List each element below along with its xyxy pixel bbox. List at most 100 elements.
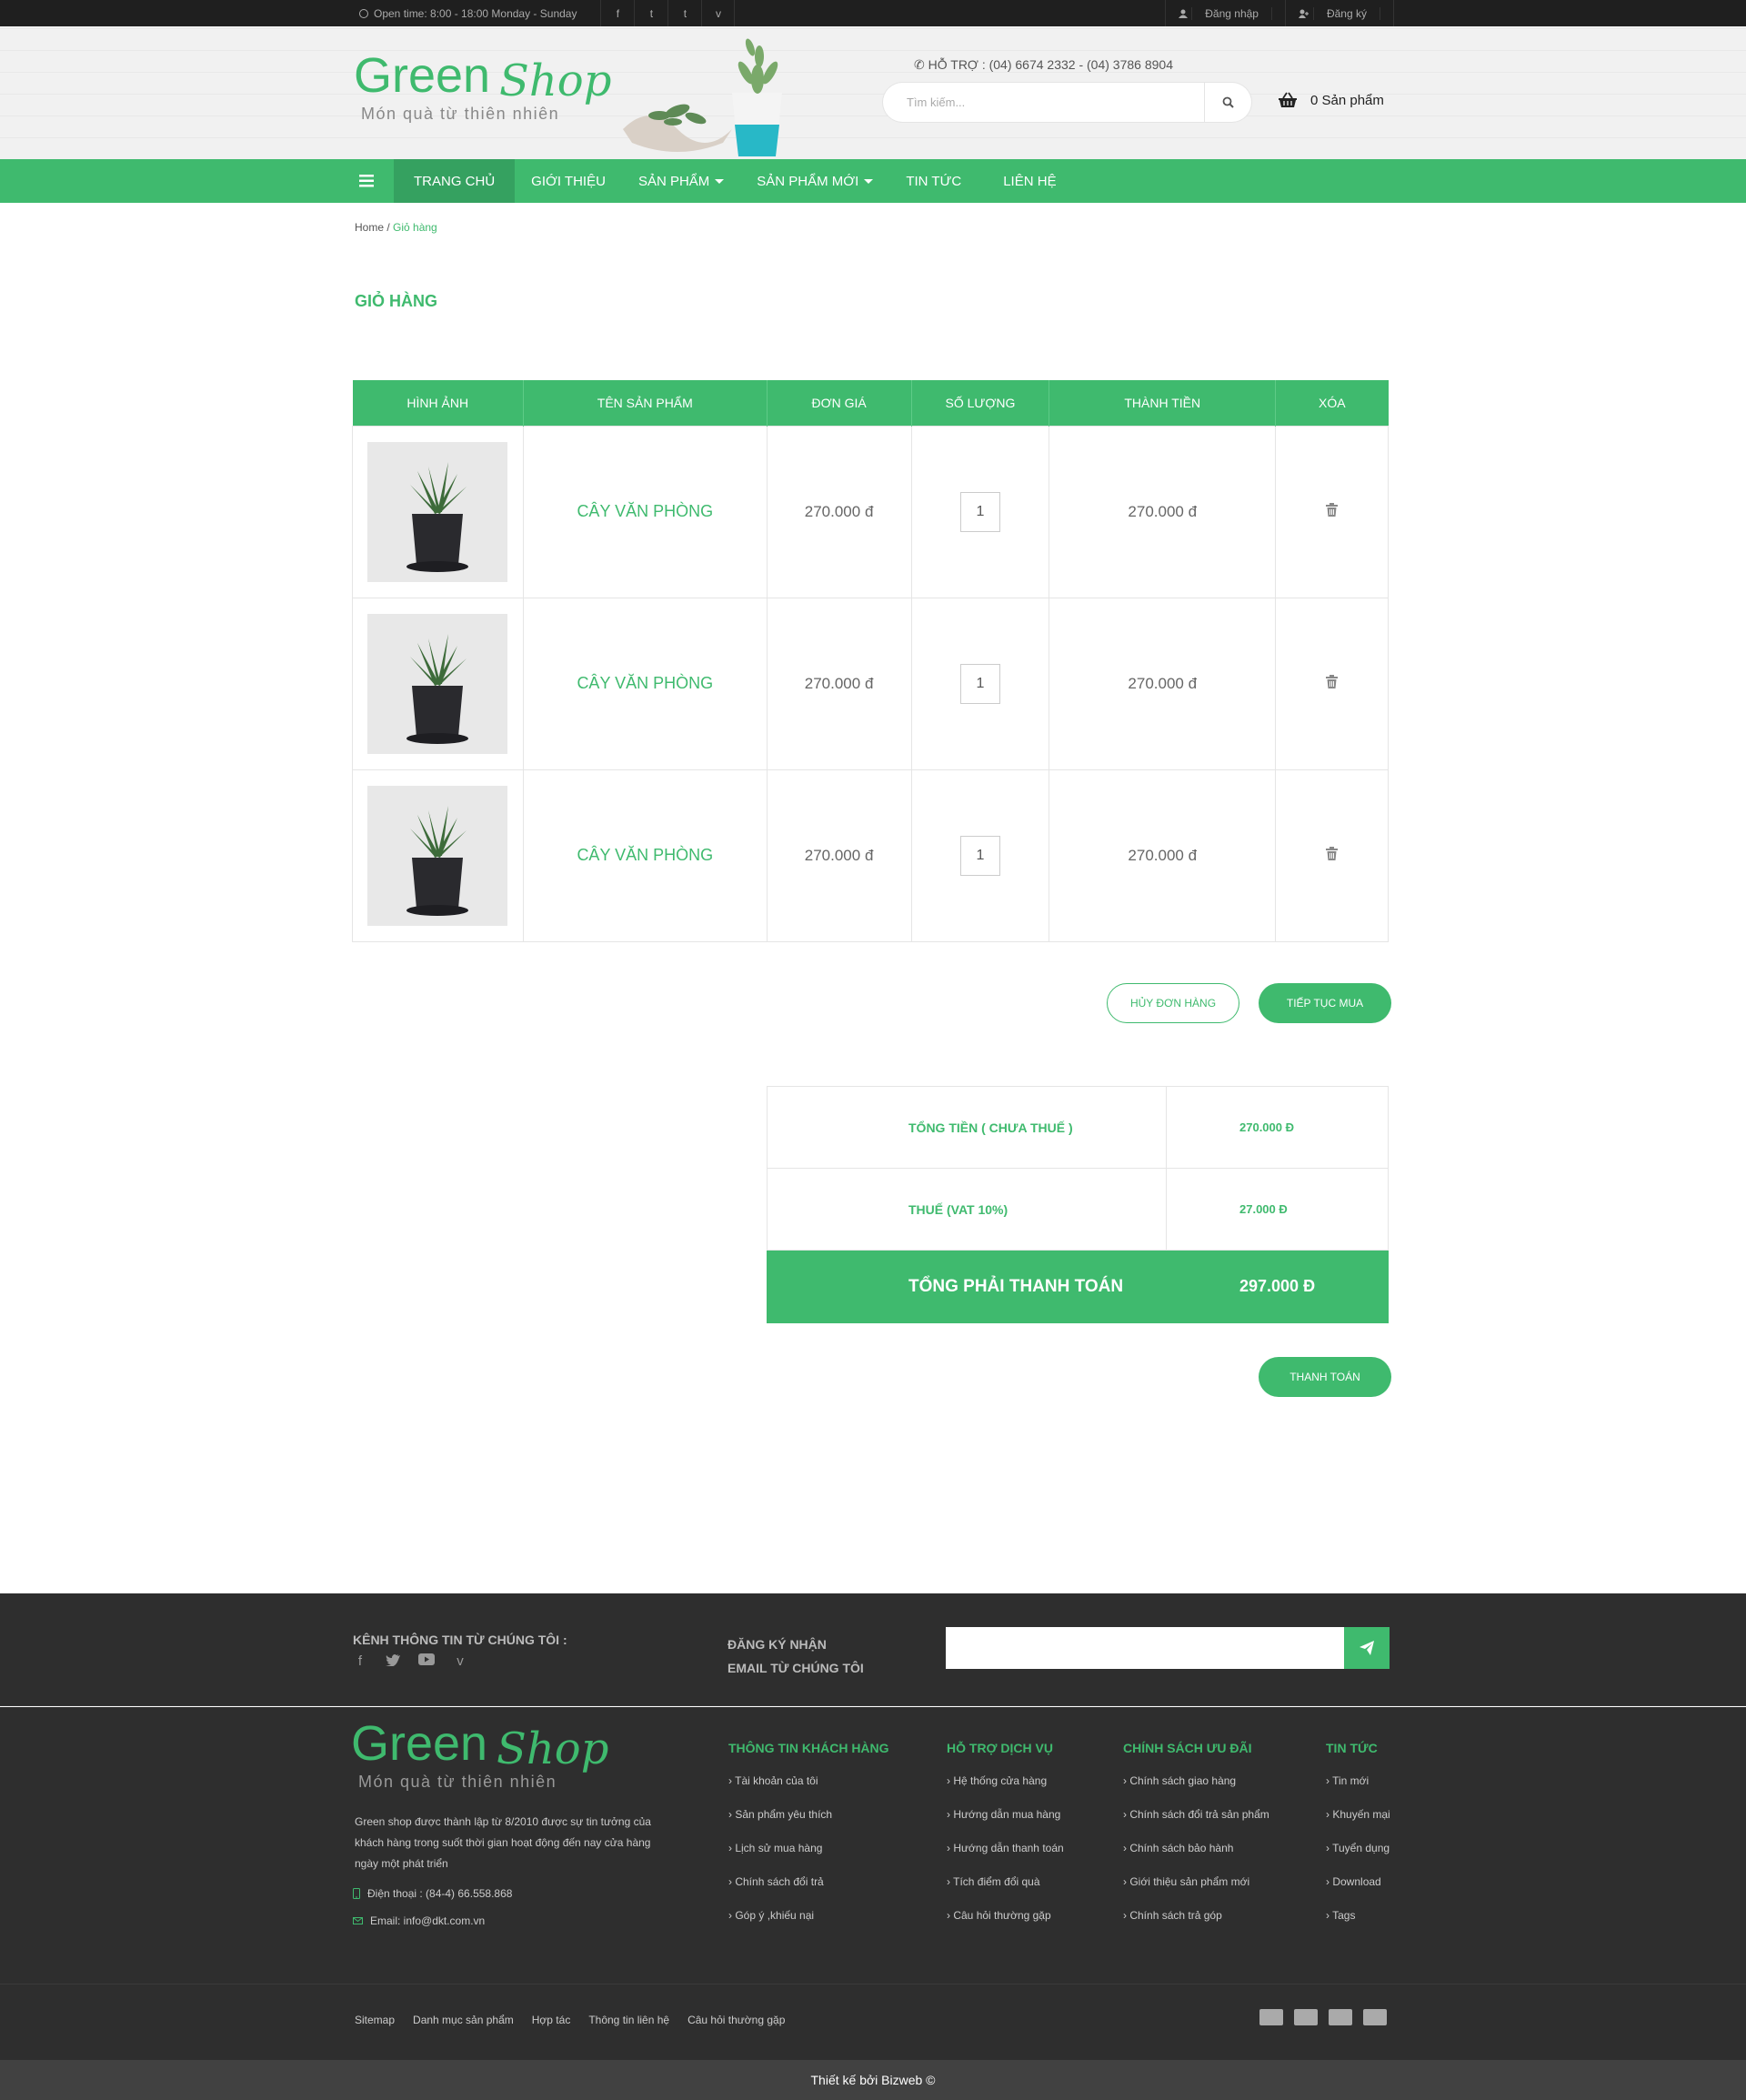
header-cart[interactable]: 0 Sản phẩm xyxy=(1278,92,1384,108)
footer-main: Green Shop Món quà từ thiên nhiên Green … xyxy=(0,1707,1746,1984)
footer-col-customer: THÔNG TIN KHÁCH HÀNG › Tài khoản của tôi… xyxy=(728,1741,889,1943)
footer-social-links: f v xyxy=(353,1653,467,1669)
footer-link[interactable]: › Tích điểm đổi quà xyxy=(947,1875,1064,1909)
youtube-icon[interactable] xyxy=(418,1653,435,1665)
nav-label: TRANG CHỦ xyxy=(414,173,496,189)
trash-icon[interactable] xyxy=(1326,674,1339,688)
user-icon xyxy=(1179,9,1189,18)
tumblr-icon[interactable]: t xyxy=(667,0,701,26)
mobile-icon xyxy=(353,1888,360,1899)
product-name[interactable]: CÂY VĂN PHÒNG xyxy=(522,425,768,598)
categories-link[interactable]: Danh mục sản phẩm xyxy=(413,2014,514,2026)
footer-col-title: HỖ TRỢ DỊCH VỤ xyxy=(947,1741,1053,1755)
footer-link[interactable]: › Hướng dẫn thanh toán xyxy=(947,1842,1064,1875)
footer-link[interactable]: › Giới thiệu sản phẩm mới xyxy=(1123,1875,1269,1909)
product-name[interactable]: CÂY VĂN PHÒNG xyxy=(522,597,768,770)
table-row: CÂY VĂN PHÒNG 270.000 đ 1 270.000 đ xyxy=(352,425,1389,598)
cancel-order-button[interactable]: HỦY ĐƠN HÀNG xyxy=(1107,983,1239,1023)
partnership-link[interactable]: Hợp tác xyxy=(532,2014,571,2026)
trash-icon[interactable] xyxy=(1326,502,1339,517)
footer-link[interactable]: › Chính sách giao hàng xyxy=(1123,1774,1269,1808)
footer-link[interactable]: › Tags xyxy=(1326,1909,1390,1943)
col-qty: SỐ LƯỢNG xyxy=(910,380,1049,426)
contact-info-link[interactable]: Thông tin liên hệ xyxy=(588,2014,669,2026)
footer-bottom: Sitemap Danh mục sản phẩm Hợp tác Thông … xyxy=(0,1984,1746,2060)
footer-newsletter: KÊNH THÔNG TIN TỪ CHÚNG TÔI : f v ĐĂNG K… xyxy=(0,1593,1746,1706)
footer-bottom-links: Sitemap Danh mục sản phẩm Hợp tác Thông … xyxy=(355,2014,785,2026)
sitemap-link[interactable]: Sitemap xyxy=(355,2014,395,2026)
footer-link[interactable]: › Câu hỏi thường gặp xyxy=(947,1909,1064,1943)
quantity-field[interactable]: 1 xyxy=(959,835,1000,876)
facebook-icon[interactable]: f xyxy=(600,0,634,26)
search-icon xyxy=(1222,96,1234,108)
footer-link[interactable]: › Khuyến mại xyxy=(1326,1808,1390,1842)
facebook-icon[interactable]: f xyxy=(353,1653,367,1669)
nav-item-products[interactable]: SẢN PHẨM xyxy=(622,159,740,203)
footer-link[interactable]: › Download xyxy=(1326,1875,1390,1909)
table-row: CÂY VĂN PHÒNG 270.000 đ 1 270.000 đ xyxy=(352,597,1389,770)
footer-col-support: HỖ TRỢ DỊCH VỤ › Hệ thống cửa hàng › Hướ… xyxy=(947,1741,1064,1943)
footer-logo[interactable]: Green Shop Món quà từ thiên nhiên xyxy=(351,1716,624,1798)
checkout-button[interactable]: THANH TOÁN xyxy=(1259,1357,1391,1397)
unit-price: 270.000 đ xyxy=(766,425,912,598)
nav-item-new-products[interactable]: SẢN PHẨM MỚI xyxy=(740,159,889,203)
twitter-icon[interactable]: t xyxy=(634,0,667,26)
product-thumbnail[interactable] xyxy=(367,613,508,754)
footer-email-text: Email: info@dkt.com.vn xyxy=(370,1914,486,1927)
vimeo-icon[interactable]: v xyxy=(701,0,736,26)
quantity-field[interactable]: 1 xyxy=(959,663,1000,704)
footer-link[interactable]: › Chính sách trả góp xyxy=(1123,1909,1269,1943)
footer-link[interactable]: › Lịch sử mua hàng xyxy=(728,1842,889,1875)
footer-link[interactable]: › Chính sách đổi trả sản phẩm xyxy=(1123,1808,1269,1842)
footer-link[interactable]: › Chính sách đổi trả xyxy=(728,1875,889,1909)
tax-row: THUẾ (VAT 10%) 27.000 đ xyxy=(767,1168,1389,1251)
envelope-icon xyxy=(353,1917,363,1924)
twitter-icon[interactable] xyxy=(386,1653,400,1666)
register-link[interactable]: Đăng ký xyxy=(1284,0,1394,26)
potted-plant-image xyxy=(406,461,469,572)
col-image: HÌNH ẢNH xyxy=(352,380,524,426)
menu-toggle[interactable] xyxy=(339,159,394,203)
footer-link[interactable]: › Góp ý ,khiếu nại xyxy=(728,1909,889,1943)
search-box xyxy=(883,83,1251,122)
footer-link[interactable]: › Chính sách bảo hành xyxy=(1123,1842,1269,1875)
product-name[interactable]: CÂY VĂN PHÒNG xyxy=(522,769,768,942)
green-shop-logo[interactable]: Green Shop Món quà từ thiên nhiên xyxy=(354,48,627,130)
footer-link[interactable]: › Hệ thống cửa hàng xyxy=(947,1774,1064,1808)
col-name: TÊN SẢN PHẨM xyxy=(522,380,768,426)
trash-icon[interactable] xyxy=(1326,846,1339,860)
hamburger-icon xyxy=(359,175,374,187)
opening-hours: Open time: 8:00 - 18:00 Monday - Sunday xyxy=(352,7,577,20)
nav-item-contact[interactable]: LIÊN HỆ xyxy=(978,159,1081,203)
support-phones: (04) 6674 2332 - (04) 3786 8904 xyxy=(988,57,1173,72)
breadcrumb: Home / Giỏ hàng xyxy=(355,221,437,234)
footer-link[interactable]: › Hướng dẫn mua hàng xyxy=(947,1808,1064,1842)
login-link[interactable]: Đăng nhập xyxy=(1165,0,1285,26)
vimeo-icon[interactable]: v xyxy=(453,1653,467,1669)
newsletter-email-input[interactable] xyxy=(946,1627,1344,1669)
tax-value: 27.000 đ xyxy=(1166,1168,1389,1251)
nav-item-news[interactable]: TIN TỨC xyxy=(889,159,978,203)
support-label: HỖ TRỢ : xyxy=(928,57,986,72)
potted-plant-image xyxy=(406,805,469,916)
nav-item-about[interactable]: GIỚI THIỆU xyxy=(515,159,622,203)
newsletter-submit-button[interactable] xyxy=(1344,1627,1390,1669)
continue-shopping-button[interactable]: TIẾP TỤC MUA xyxy=(1259,983,1391,1023)
quantity-field[interactable]: 1 xyxy=(959,491,1000,532)
footer-link[interactable]: › Tin mới xyxy=(1326,1774,1390,1808)
line-total: 270.000 đ xyxy=(1049,597,1277,770)
product-thumbnail[interactable] xyxy=(367,785,508,926)
footer-link[interactable]: › Tài khoản của tôi xyxy=(728,1774,889,1808)
line-total: 270.000 đ xyxy=(1049,425,1277,598)
nav-item-home[interactable]: TRANG CHỦ xyxy=(394,159,516,203)
breadcrumb-home[interactable]: Home xyxy=(355,221,384,234)
faq-link[interactable]: Câu hỏi thường gặp xyxy=(687,2014,785,2026)
col-delete: XÓA xyxy=(1275,380,1389,426)
search-input[interactable] xyxy=(883,83,1204,122)
product-thumbnail[interactable] xyxy=(367,441,508,582)
subtotal-row: TỔNG TIỀN ( CHƯA THUẾ ) 270.000 đ xyxy=(767,1086,1389,1169)
footer-link[interactable]: › Sản phẩm yêu thích xyxy=(728,1808,889,1842)
footer-link[interactable]: › Tuyển dụng xyxy=(1326,1842,1390,1875)
search-button[interactable] xyxy=(1204,83,1251,122)
nav-label: SẢN PHẨM MỚI xyxy=(757,173,859,189)
